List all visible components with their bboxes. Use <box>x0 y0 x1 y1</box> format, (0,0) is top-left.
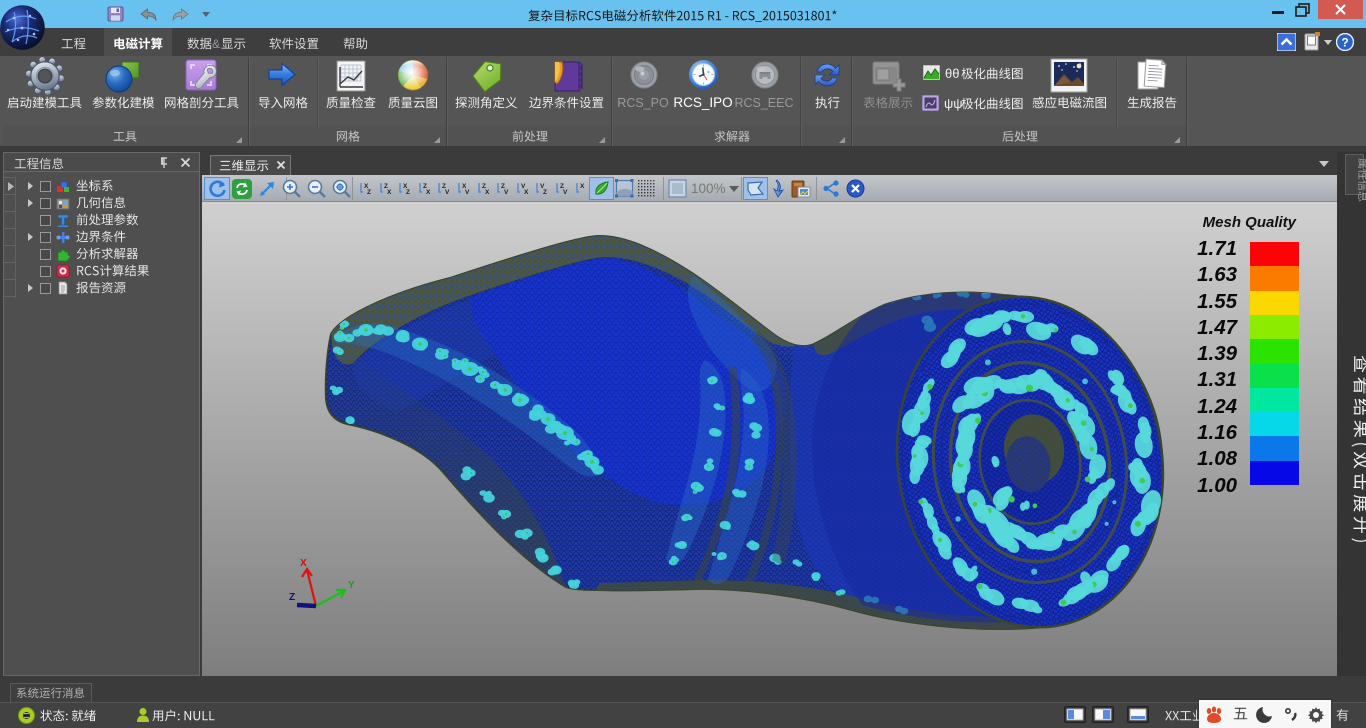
svg-text:V: V <box>563 189 568 196</box>
svg-text:X: X <box>300 558 307 569</box>
svg-text:Z: Z <box>543 189 547 196</box>
svg-text:Z: Z <box>289 592 295 603</box>
svg-text:?: ? <box>1341 35 1348 49</box>
svg-text:Z: Z <box>406 189 410 196</box>
svg-text:X: X <box>524 189 529 196</box>
svg-text:V: V <box>465 189 470 196</box>
svg-text:X: X <box>485 189 490 196</box>
svg-text:Z: Z <box>367 189 371 196</box>
svg-text:X: X <box>387 189 392 196</box>
svg-text:Y: Y <box>348 580 355 591</box>
svg-text:X: X <box>580 183 585 190</box>
svg-text:V: V <box>445 189 450 196</box>
svg-text:X: X <box>426 189 431 196</box>
svg-text:V: V <box>504 189 509 196</box>
